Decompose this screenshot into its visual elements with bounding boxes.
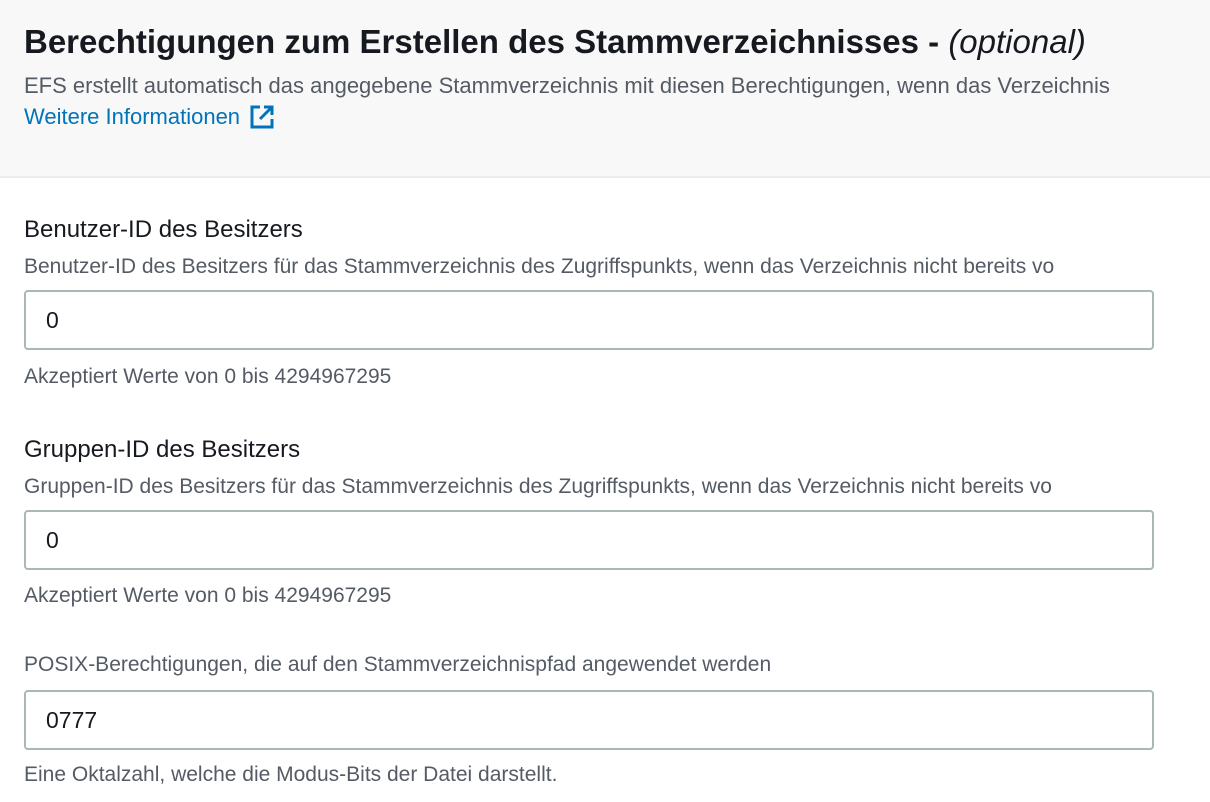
- external-link-icon: [248, 103, 276, 131]
- owner-gid-label: Gruppen-ID des Besitzers: [24, 436, 301, 463]
- owner-uid-constraint: Akzeptiert Werte von 0 bis 4294967295: [24, 365, 392, 388]
- section-title-text: Berechtigungen zum Erstellen des Stammve…: [24, 23, 949, 60]
- owner-gid-input[interactable]: [24, 510, 1154, 570]
- posix-permissions-input[interactable]: [24, 690, 1154, 750]
- owner-uid-description: Benutzer-ID des Besitzers für das Stammv…: [24, 255, 1055, 278]
- owner-uid-input[interactable]: [24, 290, 1154, 350]
- posix-permissions-constraint: Eine Oktalzahl, welche die Modus-Bits de…: [24, 763, 558, 786]
- optional-marker: (optional): [948, 23, 1086, 60]
- section-title: Berechtigungen zum Erstellen des Stammve…: [24, 20, 1086, 64]
- section-header: Berechtigungen zum Erstellen des Stammve…: [0, 0, 1210, 178]
- more-info-link[interactable]: Weitere Informationen: [24, 101, 276, 133]
- more-info-link-label: Weitere Informationen: [24, 104, 241, 129]
- owner-gid-constraint: Akzeptiert Werte von 0 bis 4294967295: [24, 584, 392, 607]
- owner-gid-description: Gruppen-ID des Besitzers für das Stammve…: [24, 475, 1052, 498]
- posix-permissions-description: POSIX-Berechtigungen, die auf den Stammv…: [24, 653, 772, 676]
- section-description: EFS erstellt automatisch das angegebene …: [24, 73, 1110, 98]
- owner-uid-label: Benutzer-ID des Besitzers: [24, 216, 303, 243]
